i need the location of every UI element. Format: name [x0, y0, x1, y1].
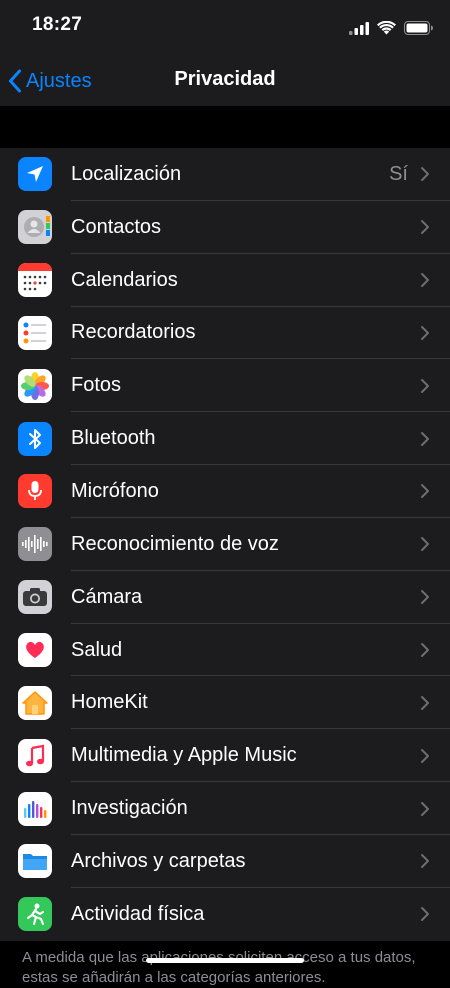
list-item-salud[interactable]: Salud [0, 624, 450, 677]
chevron-right-icon [421, 748, 429, 763]
chevron-right-icon [421, 325, 429, 340]
status-indicators [349, 18, 434, 38]
footer-note: A medida que las aplicaciones soliciten … [22, 949, 416, 986]
bluetooth-icon [18, 421, 52, 456]
chevron-right-icon [421, 801, 429, 816]
camera-icon [18, 580, 52, 615]
fitness-runner-icon [18, 897, 52, 932]
chevron-right-icon [421, 590, 429, 605]
folder-icon [18, 844, 52, 879]
list-item-label: Cámara [71, 585, 143, 608]
status-bar: 18:27 [0, 0, 450, 56]
list-item-label: Contactos [71, 215, 162, 238]
list-item-camara[interactable]: Cámara [0, 571, 450, 624]
location-arrow-icon [18, 157, 52, 192]
navigation-bar: Ajustes Privacidad [0, 56, 450, 106]
list-item-label: Salud [71, 638, 123, 661]
list-item-label: HomeKit [71, 691, 148, 714]
chevron-right-icon [421, 220, 429, 235]
list-item-label: Bluetooth [71, 427, 156, 450]
status-time: 18:27 [32, 14, 83, 35]
list-item-microfono[interactable]: Micrófono [0, 465, 450, 518]
list-item-fotos[interactable]: Fotos [0, 359, 450, 413]
list-item-label: Recordatorios [71, 321, 196, 344]
list-item-label: Fotos [71, 374, 122, 397]
page-title: Privacidad [174, 68, 276, 90]
chevron-right-icon [421, 643, 429, 658]
wifi-icon [377, 21, 396, 35]
chevron-right-icon [421, 907, 429, 922]
speech-waveform-icon [18, 527, 52, 562]
list-item-label: Investigación [71, 797, 188, 820]
list-item-label: Actividad física [71, 902, 205, 925]
chevron-right-icon [421, 378, 429, 393]
battery-icon [404, 21, 433, 35]
section-spacer [0, 106, 450, 148]
cellular-signal-icon [349, 21, 369, 35]
chevron-right-icon [421, 431, 429, 446]
photos-icon [18, 368, 52, 403]
contacts-icon [18, 210, 52, 245]
list-item-archivos-y-carpetas[interactable]: Archivos y carpetas [0, 835, 450, 888]
list-item-multimedia-apple-music[interactable]: Multimedia y Apple Music [0, 729, 450, 782]
chevron-right-icon [421, 273, 429, 288]
music-note-icon [18, 738, 52, 773]
list-item-label: Multimedia y Apple Music [71, 744, 297, 767]
chevron-right-icon [421, 695, 429, 710]
list-item-localizacion[interactable]: Localización Sí [0, 148, 450, 201]
calendar-icon [18, 263, 52, 298]
list-item-label: Localización [71, 162, 182, 185]
list-item-value: Sí [389, 162, 408, 185]
microphone-icon [18, 474, 52, 509]
chevron-right-icon [421, 484, 429, 499]
health-heart-icon [18, 633, 52, 668]
list-item-actividad-fisica[interactable]: Actividad física [0, 888, 450, 941]
home-indicator[interactable] [146, 958, 304, 963]
list-item-contactos[interactable]: Contactos [0, 201, 450, 254]
chevron-right-icon [421, 854, 429, 869]
privacy-list: Localización Sí Contactos Calendarios Re… [0, 148, 450, 941]
list-item-label: Micrófono [71, 479, 159, 502]
research-icon [18, 791, 52, 826]
chevron-right-icon [421, 537, 429, 552]
list-item-investigacion[interactable]: Investigación [0, 782, 450, 835]
list-item-reconocimiento-de-voz[interactable]: Reconocimiento de voz [0, 518, 450, 571]
list-item-label: Calendarios [71, 268, 178, 291]
list-item-homekit[interactable]: HomeKit [0, 676, 450, 730]
chevron-right-icon [421, 167, 429, 182]
list-item-calendarios[interactable]: Calendarios [0, 254, 450, 307]
list-item-label: Archivos y carpetas [71, 849, 246, 872]
home-icon [18, 685, 52, 720]
reminders-icon [18, 315, 52, 350]
list-item-label: Reconocimiento de voz [71, 532, 279, 555]
list-item-recordatorios[interactable]: Recordatorios [0, 307, 450, 360]
list-item-bluetooth[interactable]: Bluetooth [0, 412, 450, 465]
